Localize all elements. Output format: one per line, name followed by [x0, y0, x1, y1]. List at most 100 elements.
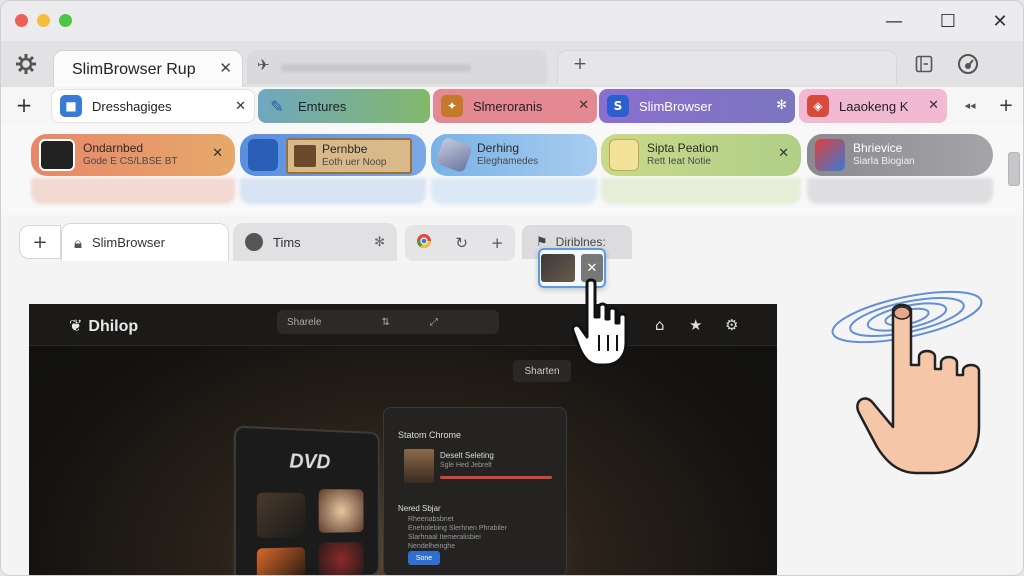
minimize-traffic-light[interactable] [37, 14, 50, 27]
refresh-icon[interactable]: ↻ [455, 234, 468, 252]
controller-icon[interactable]: ⌂ [655, 316, 665, 334]
panel-heading: Statom Chrome [398, 430, 462, 440]
minimize-button[interactable]: — [881, 9, 907, 33]
dvd-logo: DVD [289, 450, 331, 474]
slimbrowser-logo-icon: S [607, 95, 629, 117]
close-tab-icon[interactable]: ✕ [578, 98, 589, 113]
tab-strip-preview: Ondarnbed Gode E CS/LBSE BT ✕ Pernbbe Eoth… [1, 125, 1023, 215]
sidebar-icon[interactable] [911, 51, 937, 77]
tab-title: Derhing [477, 141, 520, 155]
settings-icon[interactable] [13, 51, 39, 77]
tab-blurred[interactable]: ✈ [247, 50, 547, 84]
close-traffic-light[interactable] [15, 14, 28, 27]
panel-button[interactable]: Sone [408, 551, 440, 565]
loading-spinner-icon: ✻ [374, 234, 385, 250]
tab-favicon-icon: ◈ [807, 95, 829, 117]
tab-title: Sipta Peation [647, 141, 719, 155]
dashboard-icon[interactable] [955, 51, 981, 77]
scrollbar-thumb[interactable] [1008, 152, 1020, 186]
new-tab-icon[interactable]: + [567, 51, 593, 77]
tab-reflection [240, 178, 426, 204]
card-subtitle: Sgle Hed Jebrelt [440, 462, 492, 469]
secondary-button[interactable]: Sharten [513, 360, 571, 382]
tab-slimbrowser-active[interactable]: SlimBrowser Rup ✕ [53, 50, 243, 87]
tab-label: SlimBrowser Rup [72, 61, 196, 78]
tab-colored-4[interactable]: S SlimBrowser ✻ [599, 89, 795, 123]
tab-preview-1[interactable]: Ondarnbed Gode E CS/LBSE BT ✕ [31, 134, 235, 176]
tab-preview-4[interactable]: Sipta Peation Rett Ieat Notie ✕ [601, 134, 801, 176]
media-thumbnail[interactable] [318, 541, 364, 575]
tab-favicon-icon: ■ [60, 95, 82, 117]
plus-icon[interactable]: + [491, 234, 504, 252]
tab-strip-primary: SlimBrowser Rup ✕ ✈ + [1, 41, 1023, 87]
tab-subtitle: Gode E CS/LBSE BT [83, 156, 178, 167]
hand-cursor-icon [571, 278, 628, 367]
tab-empty[interactable] [557, 50, 897, 84]
media-thumbnail[interactable] [318, 489, 364, 533]
maximize-button[interactable]: ☐ [935, 9, 961, 33]
close-tab-icon[interactable]: ✕ [778, 146, 789, 161]
add-tab-icon[interactable]: + [11, 92, 37, 118]
blurred-title [281, 64, 471, 72]
tab-title: Ondarnbed [83, 141, 144, 155]
close-tab-icon[interactable]: ✕ [235, 99, 246, 114]
tab-label: SlimBrowser [91, 235, 165, 250]
list-item[interactable]: Slarhnaal Itemeralisbiei [408, 534, 481, 541]
tab-favicon-icon: ✦ [441, 95, 463, 117]
progress-bar [440, 476, 552, 479]
tab-subtitle: Eleghamedes [477, 156, 539, 167]
cube-icon [435, 136, 473, 174]
media-device: DVD [233, 425, 380, 575]
close-tab-icon[interactable]: ✕ [928, 98, 939, 113]
app-logo[interactable]: ❦ Dhilop [69, 316, 138, 336]
tab-slimbrowser[interactable]: 🔒︎ SlimBrowser [61, 223, 229, 261]
list-item[interactable]: Nendelheinghe [408, 543, 455, 550]
tab-preview-5[interactable]: Bhrievice Siarla Biogian [807, 134, 993, 176]
zoom-traffic-light[interactable] [59, 14, 72, 27]
tab-colored-5[interactable]: ◈ Laaokeng K ✕ [799, 89, 947, 123]
scroll-tabs-left-icon[interactable]: ◂◂ [957, 92, 983, 118]
tab-reflection [431, 178, 597, 204]
tab-label: SlimBrowser [639, 98, 712, 114]
card-title: Deselt Seleting [440, 451, 494, 460]
tab-colored-2[interactable]: ✎ Emtures [258, 89, 430, 123]
media-thumbnail[interactable] [256, 547, 306, 575]
tab-preview-2[interactable]: Pernbbe Eoth uer Noop [240, 134, 426, 176]
close-tab-icon[interactable]: ✕ [212, 146, 223, 161]
touch-gesture-icon [831, 290, 983, 475]
tab-label: Slmeroranis [473, 98, 543, 114]
tab-colored-3[interactable]: ✦ Slmeroranis ✕ [433, 89, 597, 123]
pencil-icon: ✎ [270, 96, 284, 116]
tab-strip-compact: + 🔒︎ SlimBrowser Tims ✻ ↻ + ⚑ Diriblnes: [1, 215, 1023, 267]
list-item[interactable]: Rheenabsbnet [408, 516, 454, 523]
add-tab-button[interactable]: + [19, 225, 61, 259]
tab-subtitle: Rett Ieat Notie [647, 156, 711, 167]
tab-strip-colored: + ■ Dresshagiges ✕ ✎ Emtures ✦ Slmeroran… [1, 87, 1023, 125]
toolbar-pill-group: ↻ + [405, 225, 515, 261]
tab-label: Dresshagiges [92, 98, 172, 114]
tab-tims[interactable]: Tims ✻ [233, 223, 397, 261]
new-tab-icon[interactable]: + [993, 92, 1019, 118]
chrome-icon[interactable] [416, 233, 432, 253]
expand-icon[interactable]: ⤢ [430, 317, 438, 328]
tab-label: Diriblnes: [555, 235, 606, 249]
tab-reflection [601, 178, 801, 204]
close-button[interactable]: ✕ [987, 9, 1013, 33]
loading-spinner-icon: ✻ [776, 98, 787, 113]
tab-label: Tims [273, 234, 301, 250]
app-logo-text: Dhilop [88, 318, 139, 335]
list-item[interactable]: Eneholebing Slerhnen Phrabiler [408, 525, 507, 532]
tab-label: Laaokeng K [839, 98, 909, 114]
media-thumbnail[interactable] [256, 492, 306, 539]
star-icon[interactable]: ★ [689, 316, 702, 334]
tab-thumbnail [248, 139, 278, 171]
tab-label: Emtures [298, 98, 347, 114]
tab-preview-3[interactable]: Derhing Eleghamedes [431, 134, 597, 176]
search-input[interactable]: Sharele ⇅ ⤢ [277, 310, 499, 334]
share-icon[interactable]: ⇅ [381, 317, 389, 328]
tab-reflection [31, 178, 235, 204]
tab-subtitle: Eoth uer Noop [322, 157, 387, 168]
gear-icon[interactable]: ⚙ [725, 316, 738, 334]
tab-colored-1[interactable]: ■ Dresshagiges ✕ [51, 89, 255, 123]
close-tab-icon[interactable]: ✕ [219, 59, 232, 77]
